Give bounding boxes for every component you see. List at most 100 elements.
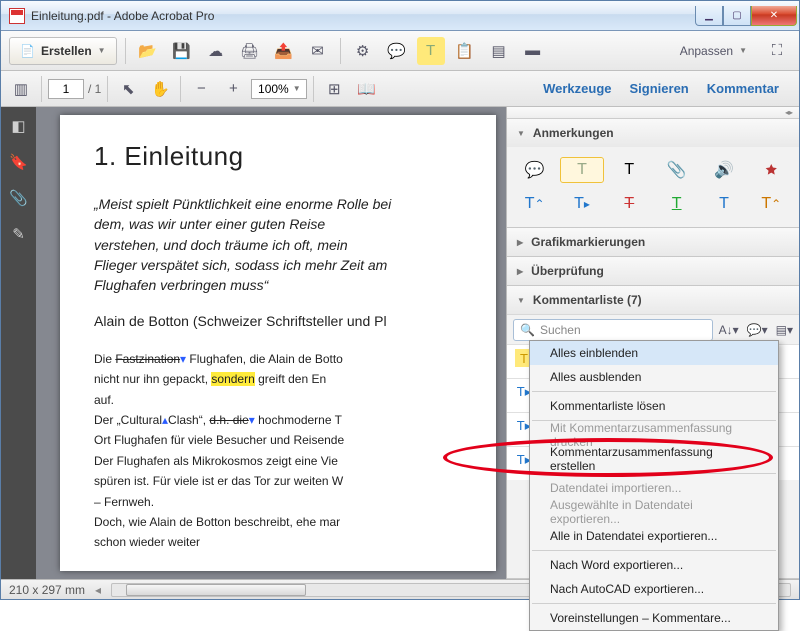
titlebar: Einleitung.pdf - Adobe Acrobat Pro ▁ ▢ ✕ — [1, 1, 799, 31]
panel-collapse[interactable]: ◂▸ — [507, 107, 799, 119]
annotations-section: ▼Anmerkungen 💬 T T 📎 🔊 🟊 T⌃ T▸ T T T T⌃ — [507, 119, 799, 228]
attach-tool[interactable]: 📎 — [655, 157, 698, 183]
sidebar-toggle[interactable]: ▥ — [7, 75, 35, 103]
menu-create-summary[interactable]: Kommentarzusammenfassung erstellen — [530, 447, 778, 471]
review-header[interactable]: ▶Überprüfung — [507, 257, 799, 285]
note-button[interactable]: 💬 — [383, 37, 411, 65]
options-button[interactable]: ▤▾ — [776, 323, 793, 337]
close-button[interactable]: ✕ — [751, 6, 797, 26]
toolbar-main: 📄 Erstellen ▼ 📂 💾 ☁ 🖨 📤 ✉ ⚙ 💬 T 📋 ▤ ▬ An… — [1, 31, 799, 71]
menu-preferences[interactable]: Voreinstellungen – Kommentare... — [530, 606, 778, 630]
replace-text-tool[interactable]: T▸ — [560, 191, 603, 217]
menu-export-all[interactable]: Alle in Datendatei exportieren... — [530, 524, 778, 548]
list-options: A↓▾ 💬▾ ▤▾ — [719, 323, 793, 337]
minimize-button[interactable]: ▁ — [695, 6, 723, 26]
menu-hide-all[interactable]: Alles ausblenden — [530, 365, 778, 389]
filter-button[interactable]: 💬▾ — [747, 323, 768, 337]
separator — [340, 38, 341, 64]
separator — [41, 76, 42, 102]
share-button[interactable]: 📤 — [270, 37, 298, 65]
form-button[interactable]: ▤ — [485, 37, 513, 65]
bookmarks-icon[interactable]: 🔖 — [10, 153, 28, 171]
hand-tool[interactable]: ✋ — [146, 75, 174, 103]
menu-separator — [532, 550, 776, 551]
annotations-header[interactable]: ▼Anmerkungen — [507, 119, 799, 147]
document-area[interactable]: 1. Einleitung „Meist spielt Pünktlichkei… — [36, 107, 506, 579]
chevron-left-icon[interactable]: ◂ — [95, 583, 101, 597]
redact-button[interactable]: ▬ — [519, 37, 547, 65]
comment-link[interactable]: Kommentar — [707, 81, 779, 96]
author-text: Alain de Botton (Schweizer Schriftstelle… — [94, 311, 462, 331]
audio-tool[interactable]: 🔊 — [702, 157, 745, 183]
attachments-icon[interactable]: 📎 — [10, 189, 28, 207]
review-section: ▶Überprüfung — [507, 257, 799, 286]
sign-link[interactable]: Signieren — [630, 81, 689, 96]
zoom-in-button[interactable]: + — [219, 75, 247, 103]
print-button[interactable]: 🖨 — [236, 37, 264, 65]
toolbar-nav: ▥ / 1 ⬉ ✋ − + 100%▼ ⊞ 📖 Werkzeuge Signie… — [1, 71, 799, 107]
page-dimensions: 210 x 297 mm — [9, 583, 85, 597]
menu-separator — [532, 473, 776, 474]
text-correction-tool[interactable]: T⌃ — [750, 191, 793, 217]
fit-tool[interactable]: ⊞ — [320, 75, 348, 103]
fullscreen-button[interactable]: ⛶ — [763, 37, 791, 65]
strikethrough-text: Fastzination — [115, 352, 180, 366]
menu-print-summary: Mit Kommentarzusammenfassung drucken — [530, 423, 778, 447]
text-tool[interactable]: T — [608, 157, 651, 183]
menu-export-selected: Ausgewählte in Datendatei exportieren... — [530, 500, 778, 524]
graphics-section: ▶Grafikmarkierungen — [507, 228, 799, 257]
commentlist-header[interactable]: ▼Kommentarliste (7) — [507, 286, 799, 314]
highlight-tool[interactable]: T — [560, 157, 603, 183]
sticky-note-tool[interactable]: 💬 — [513, 157, 556, 183]
menu-separator — [532, 391, 776, 392]
read-tool[interactable]: 📖 — [352, 75, 380, 103]
separator — [313, 76, 314, 102]
panel-links: Werkzeuge Signieren Kommentar — [543, 81, 793, 96]
stamp-tool[interactable]: 🟊 — [750, 157, 793, 183]
select-tool[interactable]: ⬉ — [114, 75, 142, 103]
gear-button[interactable]: ⚙ — [349, 37, 377, 65]
zoom-level[interactable]: 100%▼ — [251, 79, 307, 99]
nav-pane: ◧ 🔖 📎 ✎ — [1, 107, 36, 579]
options-menu: Alles einblenden Alles ausblenden Kommen… — [529, 340, 779, 631]
zoom-out-button[interactable]: − — [187, 75, 215, 103]
mail-button[interactable]: ✉ — [304, 37, 332, 65]
chevron-right-icon: ▶ — [517, 238, 523, 247]
create-label: Erstellen — [41, 44, 92, 58]
body-para-1: Die Fastzination▾ Flughafen, die Alain d… — [94, 348, 462, 552]
menu-show-all[interactable]: Alles einblenden — [530, 341, 778, 365]
save-button[interactable]: 💾 — [168, 37, 196, 65]
strikeout-tool[interactable]: T — [608, 191, 651, 217]
page-input[interactable] — [48, 79, 84, 99]
tools-link[interactable]: Werkzeuge — [543, 81, 611, 96]
open-button[interactable]: 📂 — [134, 37, 162, 65]
thumbnails-icon[interactable]: ◧ — [10, 117, 28, 135]
window-buttons: ▁ ▢ ✕ — [695, 6, 797, 26]
chevron-down-icon: ▼ — [98, 46, 106, 55]
signatures-icon[interactable]: ✎ — [10, 225, 28, 243]
window-title: Einleitung.pdf - Adobe Acrobat Pro — [31, 9, 695, 23]
search-input[interactable]: 🔍 Suchen — [513, 319, 713, 341]
heading: 1. Einleitung — [94, 141, 462, 172]
page-total: / 1 — [88, 82, 101, 96]
menu-export-word[interactable]: Nach Word exportieren... — [530, 553, 778, 577]
quote-text: „Meist spielt Pünktlichkeit eine enorme … — [94, 194, 394, 295]
scroll-thumb[interactable] — [126, 584, 306, 596]
separator — [107, 76, 108, 102]
maximize-button[interactable]: ▢ — [723, 6, 751, 26]
sort-button[interactable]: A↓▾ — [719, 323, 739, 337]
separator — [125, 38, 126, 64]
customize-button[interactable]: Anpassen ▼ — [670, 37, 757, 65]
add-note-tool[interactable]: T — [702, 191, 745, 217]
clipboard-button[interactable]: 📋 — [451, 37, 479, 65]
menu-export-autocad[interactable]: Nach AutoCAD exportieren... — [530, 577, 778, 601]
underline-tool[interactable]: T — [655, 191, 698, 217]
menu-detach-list[interactable]: Kommentarliste lösen — [530, 394, 778, 418]
cloud-button[interactable]: ☁ — [202, 37, 230, 65]
graphics-header[interactable]: ▶Grafikmarkierungen — [507, 228, 799, 256]
highlight-button[interactable]: T — [417, 37, 445, 65]
chevron-right-icon: ▶ — [517, 267, 523, 276]
create-button[interactable]: 📄 Erstellen ▼ — [9, 37, 117, 65]
app-icon — [9, 8, 25, 24]
insert-text-tool[interactable]: T⌃ — [513, 191, 556, 217]
